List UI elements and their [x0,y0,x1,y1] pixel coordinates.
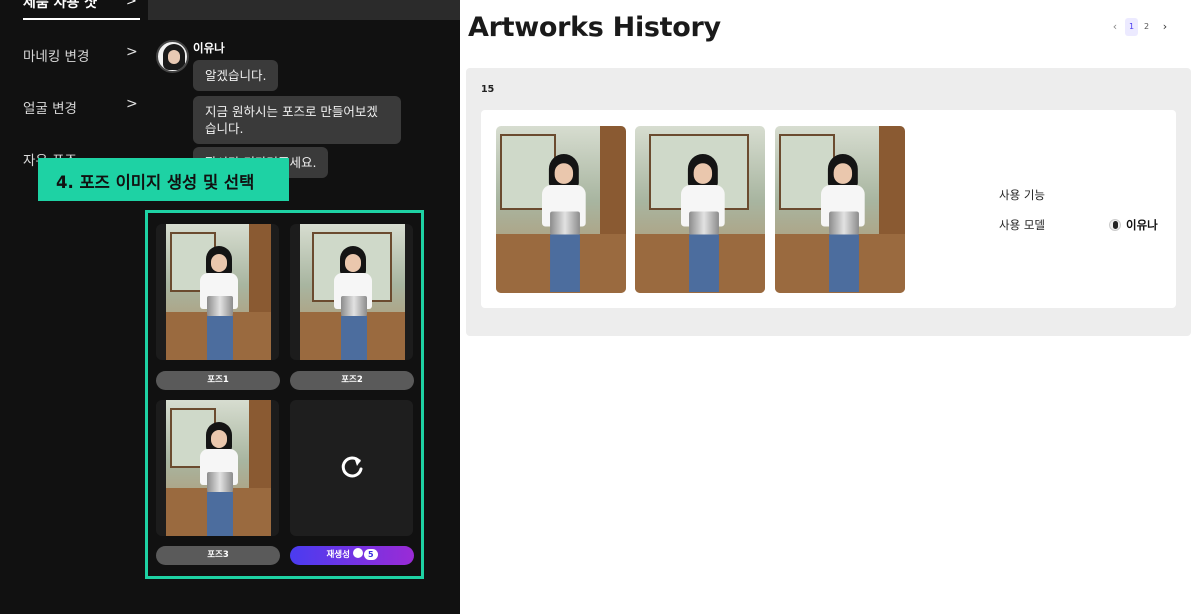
regenerate-tile[interactable] [290,400,413,536]
pose-image [166,400,271,536]
refresh-icon [341,456,363,478]
chat-header-strip [148,0,460,20]
step-banner: 4. 포즈 이미지 생성 및 선택 [38,158,289,201]
chevron-right-icon: > [126,96,138,112]
artworks-history-panel: Artworks History ‹ 1 2 › 15 사용 기능 사용 모델 … [460,0,1200,614]
artwork-image [496,126,626,293]
model-name: 이유나 [1126,218,1158,232]
sidebar-item-label: 얼굴 변경 [23,101,77,117]
chat-sender-name: 이유나 [193,41,225,55]
active-indicator [23,18,140,20]
generation-panel: 제품 사용 샷 > 마네킹 변경 > 얼굴 변경 > 자유 포즈 이유나 알겠습… [0,0,460,614]
regenerate-label: 재생성 [326,550,350,560]
pose-3-button[interactable]: 포즈3 [156,546,280,565]
pagination-next-button[interactable]: › [1158,18,1172,36]
credit-icon [352,548,363,558]
regenerate-button[interactable]: 재생성 5 [290,546,414,565]
pose-image [166,224,271,360]
feature-label: 사용 기능 [999,188,1045,202]
artwork-image [775,126,905,293]
artwork-image [635,126,765,293]
avatar [1109,219,1121,231]
history-entry-body: 사용 기능 사용 모델 이유나 [481,110,1176,308]
model-label: 사용 모델 [999,218,1045,232]
history-entry: 15 사용 기능 사용 모델 이유나 [466,68,1191,336]
pose-2-button[interactable]: 포즈2 [290,371,414,390]
artwork-thumbnail-3[interactable] [775,126,905,293]
pagination-page-1[interactable]: 1 [1125,18,1138,36]
pose-option-1[interactable] [156,224,279,360]
sidebar-item-label: 마네킹 변경 [23,49,90,65]
chat-message: 알겠습니다. [193,60,279,91]
sidebar-item-product-shot[interactable]: 제품 사용 샷 > [0,0,148,22]
chevron-right-icon: > [126,44,138,60]
sidebar-item-mannequin-change[interactable]: 마네킹 변경 > [0,35,148,75]
page-title: Artworks History [468,12,721,43]
pose-1-button[interactable]: 포즈1 [156,371,280,390]
pagination-page-2[interactable]: 2 [1140,18,1153,36]
artwork-thumbnail-1[interactable] [496,126,626,293]
model-value: 이유나 [1109,217,1158,233]
sidebar-item-face-change[interactable]: 얼굴 변경 > [0,87,148,127]
artwork-thumbnail-2[interactable] [635,126,765,293]
pose-option-2[interactable] [290,224,413,360]
entry-count: 15 [481,84,495,95]
sidebar-item-label: 제품 사용 샷 [23,0,98,11]
avatar [156,40,189,73]
pagination-prev-button[interactable]: ‹ [1108,18,1122,36]
credit-count: 5 [363,549,378,560]
chat-message: 지금 원하시는 포즈로 만들어보겠습니다. [193,96,401,144]
pose-selection-frame: 포즈1 포즈2 포즈3 재생성 5 [145,210,424,579]
pose-option-3[interactable] [156,400,279,536]
pose-image [300,224,405,360]
chevron-right-icon: > [126,0,137,9]
